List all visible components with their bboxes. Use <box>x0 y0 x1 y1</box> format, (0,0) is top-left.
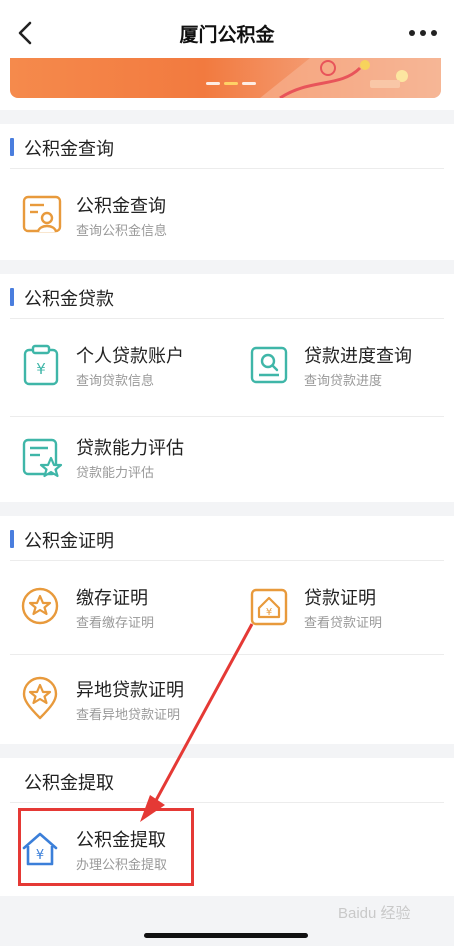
more-options-icon[interactable] <box>408 26 438 40</box>
svg-text:¥: ¥ <box>266 607 272 618</box>
divider <box>10 416 444 417</box>
item-title: 异地贷款证明 <box>76 680 184 701</box>
document-star-icon <box>22 438 63 478</box>
section-title: 公积金查询 <box>24 139 114 160</box>
location-star-icon <box>22 676 58 720</box>
item-subtitle: 查看缴存证明 <box>76 616 155 631</box>
item-subtitle: 查看异地贷款证明 <box>76 708 181 723</box>
navbar: 厦门公积金 <box>0 0 454 58</box>
svg-text:¥: ¥ <box>36 360 46 378</box>
item-title: 贷款能力评估 <box>76 438 184 459</box>
menu-item-loan-certificate[interactable]: ¥ 贷款证明 查看贷款证明 <box>248 574 454 644</box>
section-fund-certificate: 公积金证明 缴存证明 查看缴存证明 ¥ 贷款证明 查看贷款证明 异地贷款证明 查… <box>0 516 454 744</box>
section-title: 公积金提取 <box>24 773 114 794</box>
item-subtitle: 查看贷款证明 <box>304 616 383 631</box>
menu-item-fund-query[interactable]: 公积金查询 查询公积金信息 <box>20 182 240 252</box>
item-title: 贷款证明 <box>304 588 376 609</box>
banner-carousel[interactable] <box>10 58 441 98</box>
section-title: 公积金证明 <box>24 531 114 552</box>
item-subtitle: 查询公积金信息 <box>76 224 168 239</box>
section-header: 公积金查询 <box>0 124 454 168</box>
item-subtitle: 查询贷款信息 <box>76 374 155 389</box>
divider <box>10 802 444 803</box>
divider <box>10 318 444 319</box>
item-title: 贷款进度查询 <box>304 346 412 367</box>
menu-item-personal-loan-account[interactable]: ¥ 个人贷款账户 查询贷款信息 <box>20 332 240 402</box>
watermark: Baidu 经验 <box>338 905 411 922</box>
item-title: 个人贷款账户 <box>76 346 184 367</box>
section-accent-bar <box>10 530 14 548</box>
section-header: 公积金证明 <box>0 516 454 560</box>
section-header: 公积金贷款 <box>0 274 454 318</box>
menu-item-deposit-certificate[interactable]: 缴存证明 查看缴存证明 <box>20 574 240 644</box>
section-title: 公积金贷款 <box>24 289 114 310</box>
section-fund-loan: 公积金贷款 ¥ 个人贷款账户 查询贷款信息 贷款进度查询 查询贷款进度 贷款能力… <box>0 274 454 502</box>
menu-item-loan-progress-query[interactable]: 贷款进度查询 查询贷款进度 <box>248 332 454 402</box>
page-title: 厦门公积金 <box>179 24 275 46</box>
item-title: 缴存证明 <box>76 588 148 609</box>
house-document-icon: ¥ <box>250 588 288 626</box>
annotation-highlight-box <box>18 808 194 886</box>
divider <box>10 168 444 169</box>
document-search-icon <box>250 346 288 384</box>
menu-item-loan-capacity-assessment[interactable]: 贷款能力评估 贷款能力评估 <box>20 424 240 494</box>
menu-item-offsite-loan-certificate[interactable]: 异地贷款证明 查看异地贷款证明 <box>20 666 240 736</box>
banner-illustration <box>206 58 441 98</box>
home-indicator[interactable] <box>144 933 308 938</box>
item-subtitle: 贷款能力评估 <box>76 466 155 481</box>
id-card-icon <box>22 195 62 233</box>
section-accent-bar <box>10 288 14 306</box>
section-header: 公积金提取 <box>0 758 454 802</box>
star-badge-icon <box>21 587 59 625</box>
banner-area <box>0 58 454 110</box>
clipboard-yuan-icon: ¥ <box>23 344 59 386</box>
section-fund-query: 公积金查询 公积金查询 查询公积金信息 <box>0 124 454 260</box>
divider <box>10 654 444 655</box>
section-accent-bar <box>10 138 14 156</box>
item-title: 公积金查询 <box>76 196 166 217</box>
divider <box>10 560 444 561</box>
item-subtitle: 查询贷款进度 <box>304 374 383 389</box>
